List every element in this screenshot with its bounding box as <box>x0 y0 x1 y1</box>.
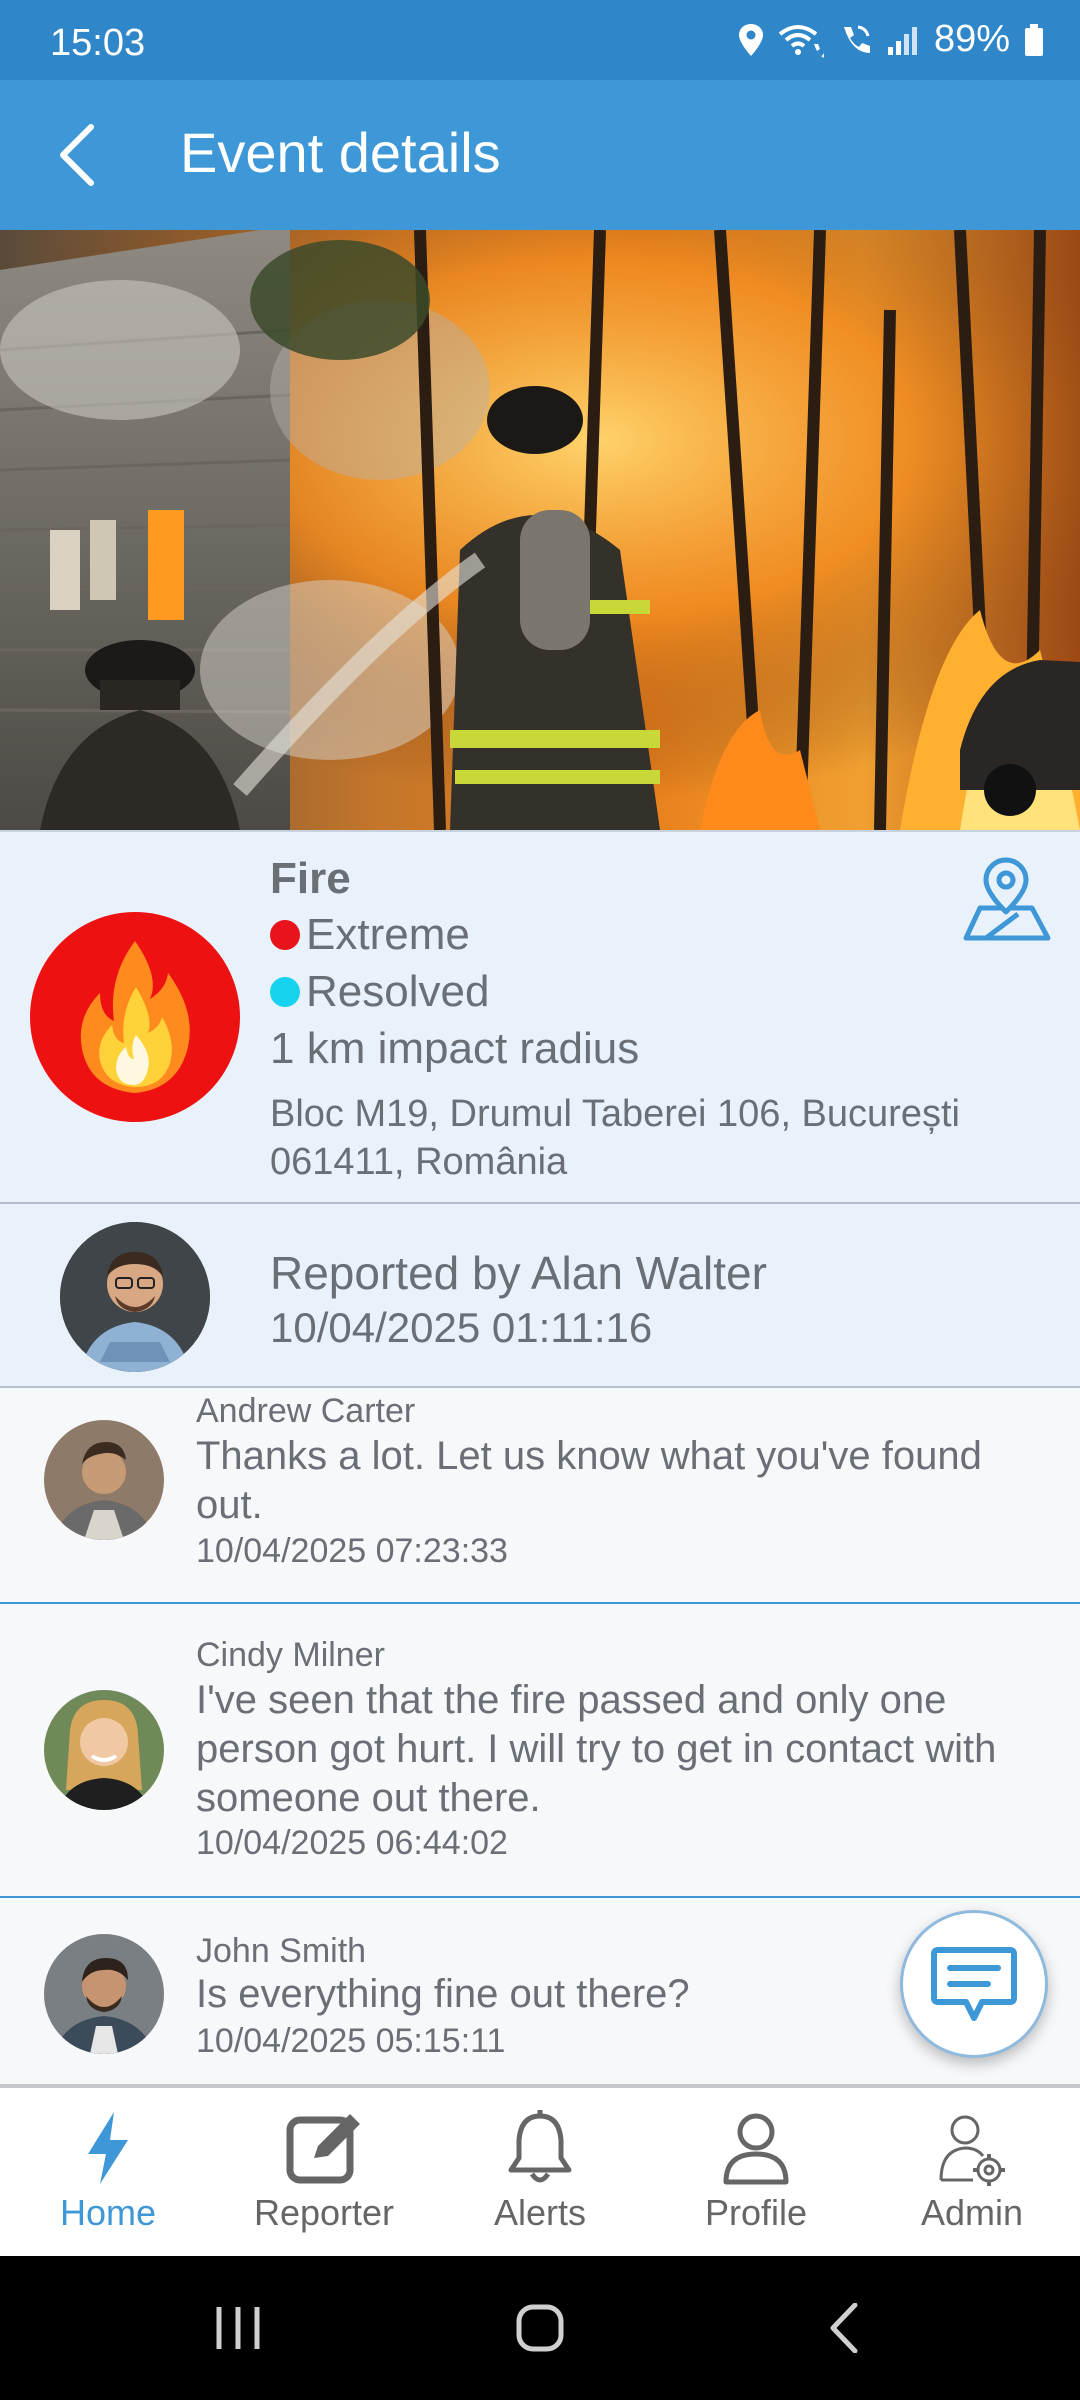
back-arrow-icon <box>60 124 94 186</box>
recent-apps-icon <box>216 2307 260 2349</box>
comment-item: Andrew Carter Thanks a lot. Let us know … <box>0 1388 1080 1604</box>
app-bar: Event details <box>0 80 1080 230</box>
nav-admin[interactable]: Admin <box>864 2088 1080 2256</box>
status-bar: 15:03 89% <box>0 0 1080 80</box>
nav-alerts[interactable]: Alerts <box>432 2088 648 2256</box>
bottom-navigation: Home Reporter Alerts Profile Admin <box>0 2086 1080 2256</box>
event-info-card: Fire Extreme Resolved 1 km impact radius… <box>0 830 1080 1204</box>
status-row: Resolved <box>270 967 489 1017</box>
reporter-name: Reported by Alan Walter <box>270 1247 767 1299</box>
reporter-card: Reported by Alan Walter 10/04/2025 01:11… <box>0 1204 1080 1388</box>
home-circle-icon <box>516 2304 564 2352</box>
comment-text: I've seen that the fire passed and only … <box>196 1678 997 1820</box>
admin-gear-icon <box>939 2115 1005 2186</box>
nav-label: Reporter <box>253 2192 395 2233</box>
nav-label: Profile <box>704 2192 808 2233</box>
comment-timestamp: 10/04/2025 05:15:11 <box>196 2022 506 2060</box>
edit-icon <box>286 2114 360 2184</box>
status-label: Resolved <box>306 967 490 1016</box>
home-system-button[interactable] <box>500 2296 580 2360</box>
comment-author: Andrew Carter <box>196 1392 416 1430</box>
nav-label: Admin <box>920 2192 1024 2233</box>
recent-apps-button[interactable] <box>198 2296 278 2360</box>
nav-profile[interactable]: Profile <box>648 2088 864 2256</box>
fire-icon <box>30 912 240 1122</box>
severity-dot <box>270 920 300 950</box>
severity-label: Extreme <box>306 910 470 959</box>
event-address: Bloc M19, Drumul Taberei 106, București … <box>270 1093 960 1183</box>
system-back-icon <box>830 2303 858 2353</box>
chat-icon <box>931 1947 1017 2021</box>
comment-timestamp: 10/04/2025 07:23:33 <box>196 1532 508 1570</box>
bell-icon <box>508 2110 572 2183</box>
map-pin-icon <box>963 857 1051 941</box>
chat-button[interactable] <box>900 1910 1048 2058</box>
comment-author: John Smith <box>196 1932 367 1970</box>
event-type: Fire <box>270 854 351 903</box>
system-back-button[interactable] <box>804 2296 884 2360</box>
nav-label: Alerts <box>493 2192 587 2233</box>
wifi-call-icon <box>778 22 824 58</box>
map-button[interactable] <box>956 852 1056 952</box>
commenter-avatar[interactable] <box>44 1420 164 1540</box>
status-time: 15:03 <box>50 22 146 64</box>
comment-item: Cindy Milner I've seen that the fire pas… <box>0 1604 1080 1898</box>
page-title: Event details <box>180 121 501 184</box>
signal-icon <box>886 25 920 55</box>
nav-reporter[interactable]: Reporter <box>216 2088 432 2256</box>
user-icon <box>723 2113 789 2185</box>
commenter-avatar[interactable] <box>44 1690 164 1810</box>
battery-icon <box>1024 23 1044 56</box>
call-icon <box>838 23 872 57</box>
nav-label: Home <box>59 2192 157 2233</box>
reporter-avatar[interactable] <box>60 1222 210 1372</box>
location-icon <box>738 23 764 57</box>
lightning-icon <box>88 2112 128 2184</box>
system-navigation-bar <box>0 2256 1080 2400</box>
event-photo <box>0 230 1080 830</box>
status-icons: 89% <box>738 18 1044 61</box>
back-button[interactable] <box>40 118 114 192</box>
report-timestamp: 10/04/2025 01:11:16 <box>270 1304 653 1351</box>
comment-author: Cindy Milner <box>196 1636 385 1674</box>
nav-home[interactable]: Home <box>0 2088 216 2256</box>
status-dot <box>270 977 300 1007</box>
battery-percent: 89% <box>933 18 1010 60</box>
impact-radius: 1 km impact radius <box>270 1024 640 1073</box>
commenter-avatar[interactable] <box>44 1934 164 2054</box>
comment-timestamp: 10/04/2025 06:44:02 <box>196 1824 508 1862</box>
severity-row: Extreme <box>270 910 470 960</box>
comment-text: Thanks a lot. Let us know what you've fo… <box>196 1434 982 1527</box>
